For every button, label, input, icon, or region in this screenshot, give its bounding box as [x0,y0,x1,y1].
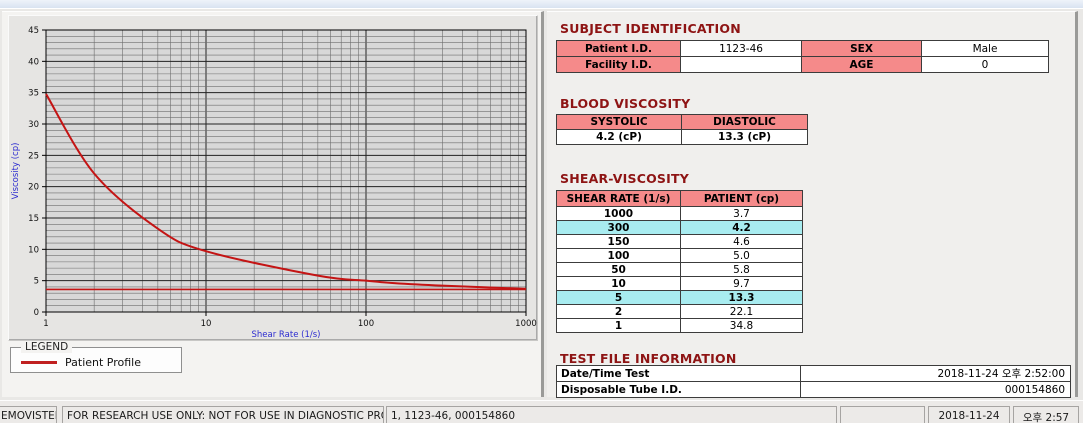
blood-viscosity-table: SYSTOLIC DIASTOLIC 4.2 (cP) 13.3 (cP) [556,114,808,145]
shear-viscosity-row: 5 13.3 [556,290,803,305]
patient-cp-cell: 4.6 [680,234,803,249]
svg-text:45: 45 [28,26,39,36]
patient-cp-cell: 4.2 [680,220,803,235]
table-row: 4.2 (cP) 13.3 (cP) [556,129,808,145]
facility-id-label: Facility I.D. [556,56,681,73]
status-research-use-notice: FOR RESEARCH USE ONLY: NOT FOR USE IN DI… [62,406,384,423]
shear-rate-cell: 5 [556,290,681,305]
systolic-value: 4.2 (cP) [556,129,682,145]
shear-rate-cell: 1 [556,318,681,333]
svg-text:35: 35 [28,89,39,99]
report-panel: SUBJECT IDENTIFICATION Patient I.D. 1123… [547,11,1078,398]
patient-cp-header: PATIENT (cp) [680,190,803,207]
patient-cp-cell: 5.8 [680,262,803,277]
svg-text:1: 1 [43,319,48,329]
subject-identification-table: Patient I.D. 1123-46 SEX Male Facility I… [556,40,1049,73]
age-value: 0 [921,56,1049,73]
shear-viscosity-row: 300 4.2 [556,220,803,235]
x-axis-label: Shear Rate (1/s) [252,330,321,340]
shear-viscosity-row: 150 4.6 [556,234,803,249]
diastolic-value: 13.3 (cP) [681,129,808,145]
status-date: 2018-11-24 [928,406,1010,423]
status-device-name: EMOVISTER [0,406,57,423]
patient-cp-cell: 22.1 [680,304,803,319]
svg-text:0: 0 [34,308,39,318]
shear-viscosity-row: 10 9.7 [556,276,803,291]
shear-rate-cell: 1000 [556,206,681,221]
patient-cp-cell: 5.0 [680,248,803,263]
patient-cp-cell: 9.7 [680,276,803,291]
y-axis-label: Viscosity (cp) [11,143,21,200]
shear-rate-cell: 2 [556,304,681,319]
status-test-summary: 1, 1123-46, 000154860 [386,406,837,423]
shear-viscosity-row: 1 34.8 [556,318,803,333]
table-row: Facility I.D. AGE 0 [556,56,1049,73]
patient-id-label: Patient I.D. [556,40,681,57]
status-empty-segment [840,406,925,423]
window-top-strip [0,0,1083,9]
test-file-information-title: TEST FILE INFORMATION [560,351,737,366]
shear-rate-cell: 100 [556,248,681,263]
diastolic-header: DIASTOLIC [681,114,808,130]
shear-rate-cell: 300 [556,220,681,235]
status-bar: EMOVISTER FOR RESEARCH USE ONLY: NOT FOR … [0,400,1083,423]
legend-entry: Patient Profile [21,356,141,369]
shear-viscosity-row: 100 5.0 [556,248,803,263]
patient-cp-cell: 34.8 [680,318,803,333]
sex-label: SEX [801,40,922,57]
patient-cp-cell: 3.7 [680,206,803,221]
subject-identification-title: SUBJECT IDENTIFICATION [560,21,741,36]
table-row: Disposable Tube I.D. 000154860 [556,381,1071,398]
date-time-test-label: Date/Time Test [556,365,801,382]
table-row: Patient I.D. 1123-46 SEX Male [556,40,1049,57]
shear-viscosity-row: 2 22.1 [556,304,803,319]
shear-rate-cell: 50 [556,262,681,277]
app-window: { "window": { "top_strip": "" }, "chart_… [0,0,1083,423]
systolic-header: SYSTOLIC [556,114,682,130]
legend-box: LEGEND Patient Profile [10,341,182,373]
svg-text:5: 5 [34,277,39,287]
svg-text:25: 25 [28,151,39,161]
svg-text:100: 100 [358,319,374,329]
date-time-test-value: 2018-11-24 오후 2:52:00 [800,365,1071,382]
svg-text:30: 30 [28,120,39,130]
viscosity-chart-panel: 0 5 10 15 20 25 30 35 40 45 1 10 100 1000 Shear Rate (… [8,15,538,341]
blood-viscosity-title: BLOOD VISCOSITY [560,96,691,111]
age-label: AGE [801,56,922,73]
disposable-tube-id-value: 000154860 [800,381,1071,398]
shear-viscosity-title: SHEAR-VISCOSITY [560,171,689,186]
svg-text:15: 15 [28,214,39,224]
patient-profile-line-icon [21,361,57,364]
shear-rate-header: SHEAR RATE (1/s) [556,190,681,207]
table-row: Date/Time Test 2018-11-24 오후 2:52:00 [556,365,1071,382]
patient-id-value: 1123-46 [680,40,802,57]
svg-text:20: 20 [28,183,39,193]
test-file-information-table: Date/Time Test 2018-11-24 오후 2:52:00 Dis… [556,365,1071,398]
chart-region-panel: 0 5 10 15 20 25 30 35 40 45 1 10 100 1000 Shear Rate (… [2,11,544,397]
svg-text:10: 10 [28,245,39,255]
legend-box-title: LEGEND [21,341,73,353]
disposable-tube-id-label: Disposable Tube I.D. [556,381,801,398]
table-header-row: SHEAR RATE (1/s) PATIENT (cp) [556,190,803,207]
status-time: 오후 2:57 [1013,406,1079,423]
facility-id-value [680,56,802,73]
shear-rate-cell: 150 [556,234,681,249]
patient-cp-cell: 13.3 [680,290,803,305]
shear-viscosity-table: SHEAR RATE (1/s) PATIENT (cp) 1000 3.7 300… [556,190,803,333]
shear-rate-cell: 10 [556,276,681,291]
shear-viscosity-row: 1000 3.7 [556,206,803,221]
viscosity-chart: 0 5 10 15 20 25 30 35 40 45 1 10 100 1000 Shear Rate (… [11,26,537,340]
legend-entry-label: Patient Profile [65,356,142,369]
sex-value: Male [921,40,1049,57]
svg-text:1000: 1000 [515,319,537,329]
shear-viscosity-row: 50 5.8 [556,262,803,277]
svg-text:40: 40 [28,57,39,67]
svg-text:10: 10 [201,319,212,329]
table-row: SYSTOLIC DIASTOLIC [556,114,808,130]
